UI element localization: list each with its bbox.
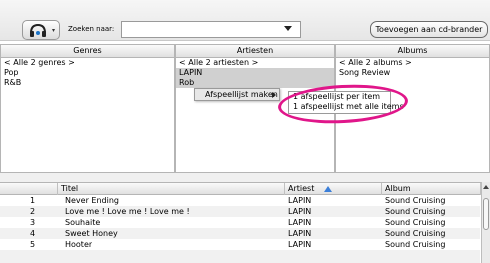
search-field[interactable] [121, 21, 301, 38]
track-album: Sound Cruising [385, 240, 446, 249]
artists-header[interactable]: Artiesten [175, 44, 335, 58]
search-label: Zoeken naar: [68, 25, 115, 33]
artist-item[interactable]: < Alle 2 artiesten > [176, 58, 334, 68]
artist-item[interactable]: LAPIN [176, 68, 334, 78]
column-header-artist[interactable]: Artiest [285, 183, 382, 195]
track-number: 3 [30, 218, 36, 227]
albums-pane: < Alle 2 albums > Song Review [335, 58, 490, 173]
track-number: 4 [30, 229, 36, 238]
table-header: Titel Artiest Album [0, 182, 490, 195]
table-row[interactable]: 5 Hooter LAPIN Sound Cruising [0, 239, 480, 250]
add-to-cd-burner-button[interactable]: Toevoegen aan cd-brander [370, 21, 488, 38]
track-title: Sweet Honey [65, 229, 118, 238]
track-title: Love me ! Love me ! Love me ! [65, 207, 190, 216]
track-album: Sound Cruising [385, 196, 446, 205]
track-number: 5 [30, 240, 36, 249]
genres-pane: < Alle 2 genres > Pop R&B [0, 58, 175, 173]
vertical-scrollbar[interactable] [481, 182, 490, 263]
sort-ascending-icon [324, 186, 332, 192]
track-artist: LAPIN [288, 229, 312, 238]
track-title: Souhaite [65, 218, 101, 227]
track-artist: LAPIN [288, 240, 312, 249]
track-album: Sound Cruising [385, 218, 446, 227]
column-header-title[interactable]: Titel [58, 183, 285, 195]
genres-header[interactable]: Genres [0, 44, 175, 58]
column-header-album[interactable]: Album [382, 183, 481, 195]
table-row[interactable]: 4 Sweet Honey LAPIN Sound Cruising [0, 228, 480, 239]
chevron-down-icon: ▾ [51, 27, 55, 34]
table-row[interactable] [0, 250, 480, 263]
column-header-artist-label: Artiest [288, 184, 315, 193]
table-row[interactable]: 1 Never Ending LAPIN Sound Cruising [0, 195, 480, 206]
create-playlist-menu-item[interactable]: Afspeellijst maken [205, 90, 278, 100]
artists-pane: < Alle 2 artiesten > LAPIN Rob [175, 58, 335, 173]
track-title: Hooter [65, 240, 93, 249]
toolbar: ▾ Zoeken naar: Toevoegen aan cd-brander [0, 0, 490, 41]
scroll-up-icon[interactable] [483, 185, 489, 189]
headphone-menu-button[interactable]: ▾ [22, 20, 60, 40]
table-row[interactable]: 2 Love me ! Love me ! Love me ! LAPIN So… [0, 206, 480, 217]
albums-header[interactable]: Albums [335, 44, 490, 58]
scrollbar-thumb[interactable] [483, 198, 489, 230]
playlist-all-items-option[interactable]: 1 afspeellijst met alle items [289, 102, 404, 112]
track-number: 1 [30, 196, 36, 205]
track-album: Sound Cruising [385, 207, 446, 216]
column-header-number[interactable] [0, 183, 58, 195]
playlist-submenu: 1 afspeellijst per item 1 afspeellijst m… [288, 91, 404, 114]
artist-item[interactable]: Rob [176, 78, 334, 88]
submenu-arrow-icon [272, 92, 276, 98]
track-artist: LAPIN [288, 196, 312, 205]
track-number: 2 [30, 207, 36, 216]
playlist-per-item-option[interactable]: 1 afspeellijst per item [289, 92, 390, 102]
album-item[interactable]: Song Review [336, 68, 489, 78]
album-item[interactable]: < Alle 2 albums > [336, 58, 489, 68]
track-title: Never Ending [65, 196, 119, 205]
genre-item[interactable]: R&B [1, 78, 174, 88]
headphone-icon [30, 24, 46, 37]
table-row[interactable]: 3 Souhaite LAPIN Sound Cruising [0, 217, 480, 228]
context-menu: Afspeellijst maken [194, 88, 280, 101]
track-artist: LAPIN [288, 218, 312, 227]
dropdown-arrow-icon[interactable] [284, 26, 292, 31]
genre-item[interactable]: Pop [1, 68, 174, 78]
track-album: Sound Cruising [385, 229, 446, 238]
pane-divider[interactable] [0, 173, 490, 182]
track-artist: LAPIN [288, 207, 312, 216]
genre-item[interactable]: < Alle 2 genres > [1, 58, 174, 68]
